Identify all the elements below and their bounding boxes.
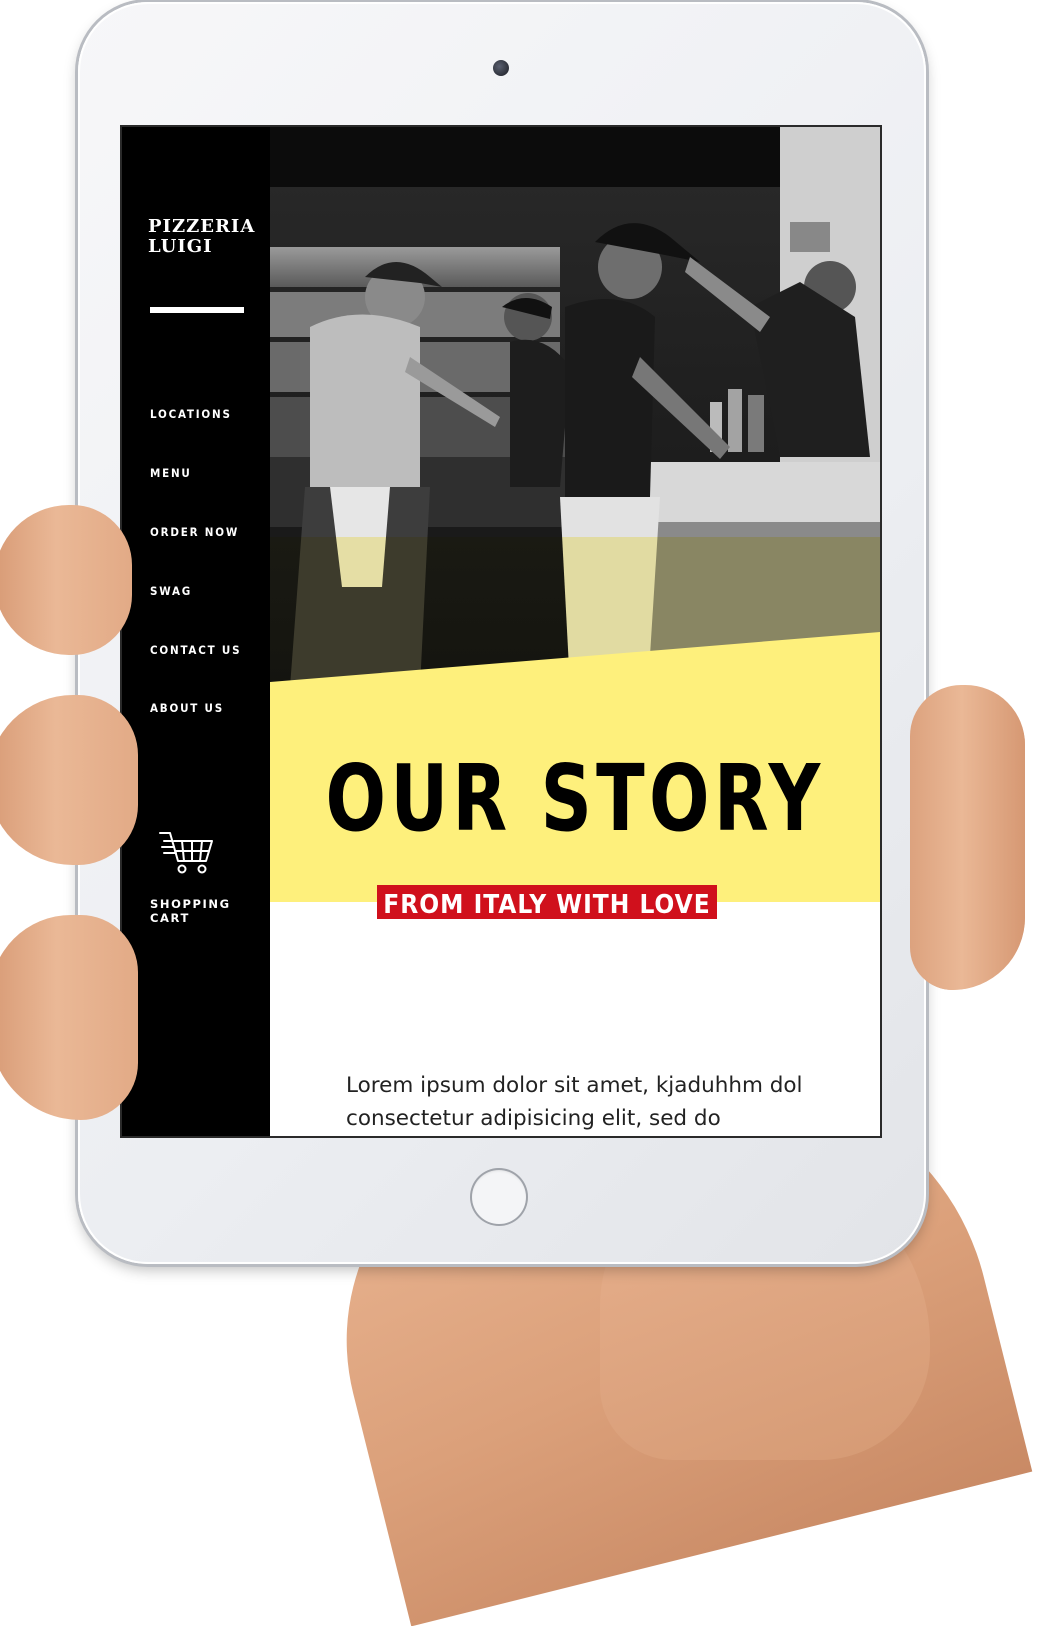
front-camera — [493, 60, 509, 76]
home-button[interactable] — [470, 1168, 528, 1226]
hero-section: OUR STORY — [270, 127, 880, 902]
nav-item-swag[interactable]: SWAG — [150, 584, 192, 598]
nav-item-locations[interactable]: LOCATIONS — [150, 407, 232, 421]
finger-front-3 — [0, 915, 138, 1120]
tagline-badge: FROM ITALY WITH LOVE — [377, 885, 717, 919]
finger-front-2 — [0, 695, 138, 865]
sidebar-nav: PIZZERIA LUIGI LOCATIONS MENU ORDER NOW … — [122, 127, 270, 1136]
body-paragraph: Lorem ipsum dolor sit amet, kjaduhhm dol… — [346, 1072, 803, 1131]
nav-item-order-now[interactable]: ORDER NOW — [150, 525, 239, 539]
tablet-device: PIZZERIA LUIGI LOCATIONS MENU ORDER NOW … — [78, 2, 926, 1264]
thumb-front — [910, 685, 1025, 990]
finger-front-1 — [0, 505, 132, 655]
shopping-cart-icon[interactable] — [158, 827, 216, 877]
nav-item-menu[interactable]: MENU — [150, 466, 192, 480]
nav-item-contact-us[interactable]: CONTACT US — [150, 643, 241, 657]
tablet-screen: PIZZERIA LUIGI LOCATIONS MENU ORDER NOW … — [122, 127, 880, 1136]
shopping-cart-link[interactable]: SHOPPING CART — [150, 897, 270, 925]
page-title: OUR STORY — [325, 745, 825, 852]
brand-logo[interactable]: PIZZERIA LUIGI — [148, 217, 268, 257]
brand-divider — [150, 307, 244, 313]
nav-item-about-us[interactable]: ABOUT US — [150, 701, 224, 715]
